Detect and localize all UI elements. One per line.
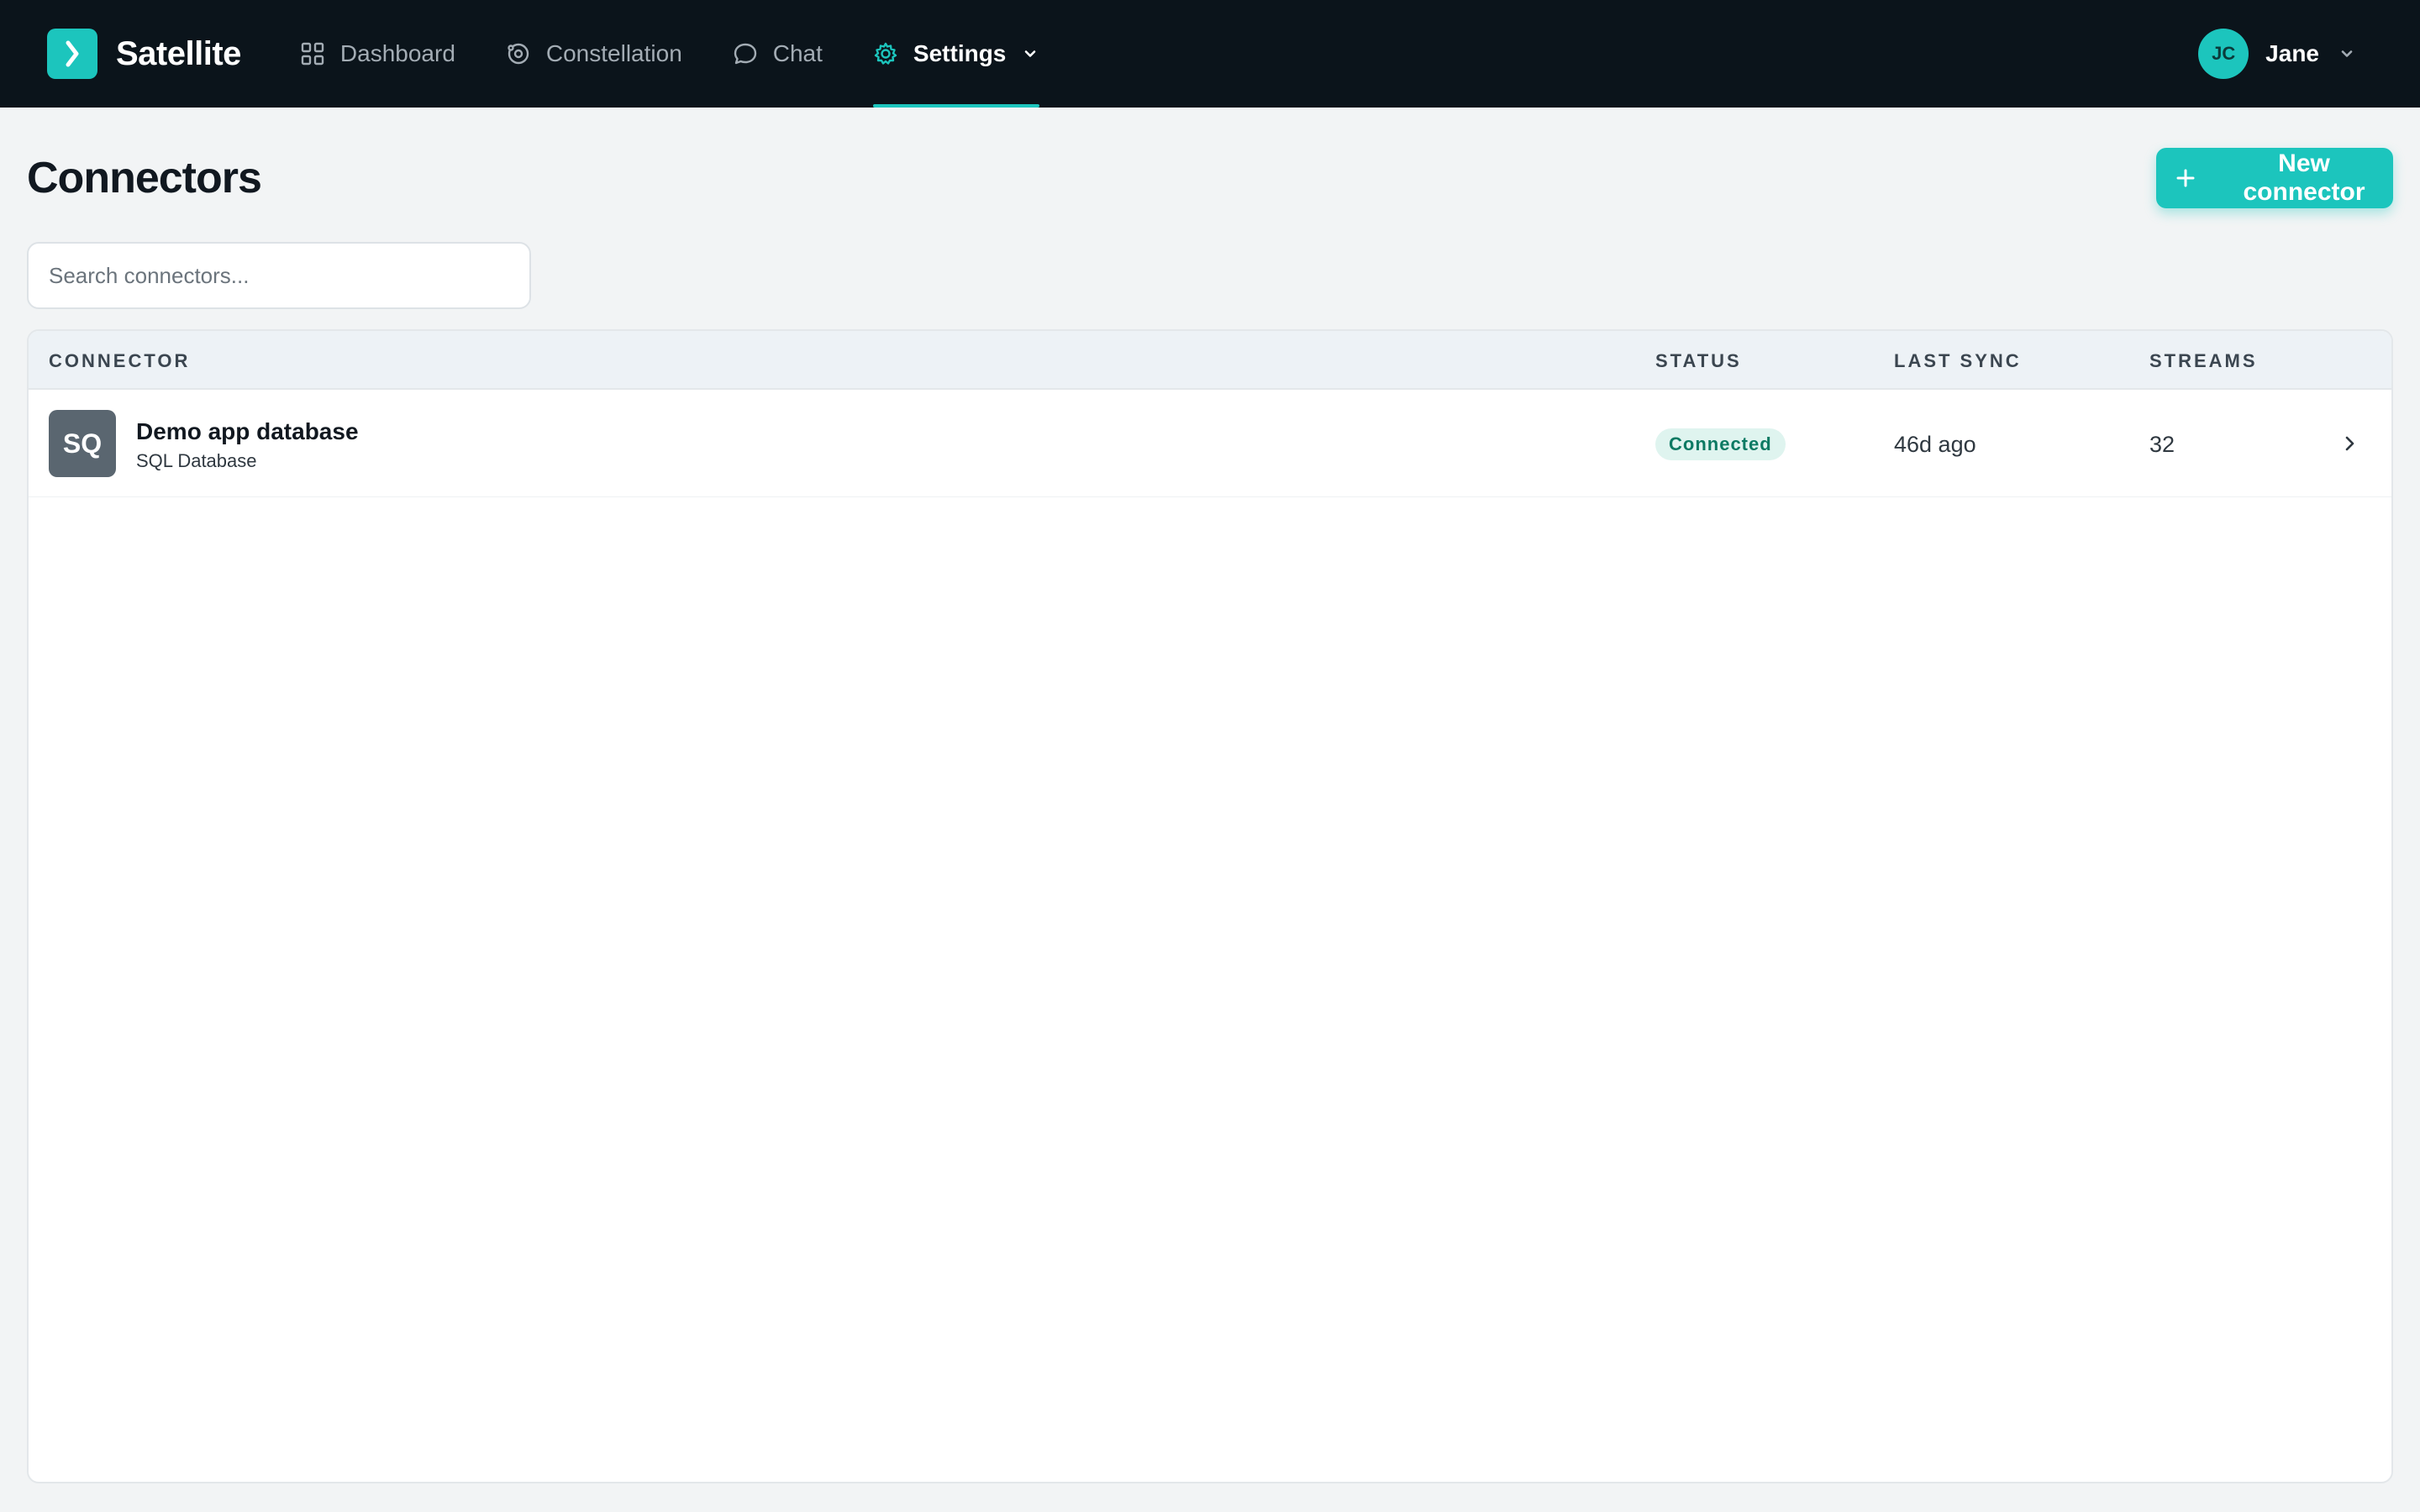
column-header-status[interactable]: STATUS <box>1655 350 1742 372</box>
user-name: Jane <box>2265 40 2319 66</box>
satellite-logo-icon <box>47 29 97 79</box>
streams-count: 32 <box>2149 432 2175 457</box>
nav-item-label: Chat <box>772 40 823 66</box>
gear-icon <box>873 41 898 66</box>
grid-icon <box>300 41 325 66</box>
nav-item-settings[interactable]: Settings <box>872 0 1040 108</box>
table-row[interactable]: SQ Demo app database SQL Database Connec… <box>29 390 2391 497</box>
column-header-last-sync[interactable]: LAST SYNC <box>1894 350 2022 372</box>
brand[interactable]: Satellite <box>47 29 241 79</box>
nav-item-label: Constellation <box>545 40 682 66</box>
nav-item-constellation[interactable]: Constellation <box>506 0 682 108</box>
connectors-table: CONNECTOR STATUS LAST SYNC STREAMS SQ De… <box>27 329 2393 1483</box>
brand-name: Satellite <box>116 34 241 72</box>
nav-item-dashboard[interactable]: Dashboard <box>300 0 455 108</box>
nav-item-label: Settings <box>913 40 1007 66</box>
status-badge: Connected <box>1655 428 1786 460</box>
new-connector-button[interactable]: New connector <box>2156 148 2393 208</box>
column-header-connector[interactable]: CONNECTOR <box>49 350 190 372</box>
chevron-right-icon[interactable] <box>2338 432 2361 455</box>
avatar: JC <box>2198 29 2249 79</box>
orbit-icon <box>506 41 531 66</box>
nav-item-label: Dashboard <box>339 40 455 66</box>
last-sync-value: 46d ago <box>1894 432 1976 457</box>
nav-item-chat[interactable]: Chat <box>733 0 823 108</box>
connector-type: SQL Database <box>136 450 257 471</box>
user-menu[interactable]: JC Jane <box>2198 29 2356 79</box>
search-input[interactable] <box>27 242 531 309</box>
top-navigation-bar: Satellite Dashboard Constellation Chat S… <box>0 0 2420 108</box>
main-nav: Dashboard Constellation Chat Settings <box>300 0 1090 108</box>
connector-icon: SQ <box>49 410 116 477</box>
chat-bubble-icon <box>733 41 758 66</box>
plus-icon <box>2175 167 2196 189</box>
table-header: CONNECTOR STATUS LAST SYNC STREAMS <box>29 331 2391 390</box>
chevron-down-icon <box>2338 45 2356 63</box>
column-header-streams[interactable]: STREAMS <box>2149 350 2258 372</box>
page-title: Connectors <box>27 154 262 202</box>
chevron-down-icon <box>1021 45 1039 63</box>
new-connector-label: New connector <box>2243 150 2365 206</box>
connector-name: Demo app database <box>136 418 359 444</box>
